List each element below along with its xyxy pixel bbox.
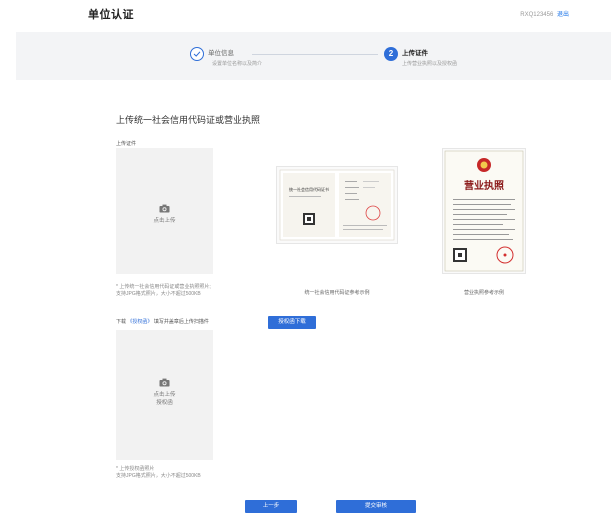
camera-icon [159, 204, 170, 213]
download-prefix: 下载 [116, 319, 127, 325]
business-license-sample-caption: 营业执照参考示例 [463, 290, 504, 296]
account-id: RXQ123456 [520, 12, 554, 18]
download-suffix: 填写并盖章后上传扫描件 [153, 319, 209, 325]
download-authorization-button[interactable]: 授权函下载 [268, 316, 316, 329]
hint-line: * 上传授权函照片 [116, 466, 155, 472]
account-info: RXQ123456 退出 [520, 9, 569, 18]
business-license-sample-image: 营业执照 [442, 148, 526, 274]
download-instruction: 下载 《授权函》 填写并盖章后上传扫描件 [116, 318, 209, 325]
license-doc-title: 营业执照 [464, 179, 504, 192]
submit-review-button[interactable]: 提交审核 [336, 500, 416, 513]
camera-icon [159, 378, 170, 387]
progress-steps: 单位信息 设置单位名称以及简介 2 上传证件 上传营业执照以及授权函 [16, 32, 611, 80]
step1-title: 单位信息 [208, 50, 234, 57]
authorization-upload-hint: * 上传授权函照片 支持JPG格式照片，大小不超过500KB [116, 466, 201, 480]
certificate-sample-graphic: 统一社会信用代码证书 [279, 169, 395, 241]
credit-code-sample-image: 统一社会信用代码证书 [276, 166, 398, 244]
step-connector [252, 54, 378, 55]
step2-number: 2 [384, 47, 398, 61]
hint-line: * 上传统一社会信用代码证或营业执照照片; [116, 284, 211, 290]
logout-link[interactable]: 退出 [557, 12, 569, 18]
certificate-doc-title: 统一社会信用代码证书 [289, 186, 329, 192]
step1-subtitle: 设置单位名称以及简介 [212, 61, 263, 67]
authorization-letter-link[interactable]: 《授权函》 [127, 319, 152, 325]
hint-line: 支持JPG格式照片，大小不超过500KB [116, 473, 201, 479]
upload-subtext: 授权函 [156, 400, 173, 406]
step1-check-icon [190, 47, 204, 61]
page-title: 单位认证 [88, 9, 134, 21]
license-upload-hint: * 上传统一社会信用代码证或营业执照照片; 支持JPG格式照片，大小不超过500… [116, 284, 211, 298]
upload-text: 点击上传 [153, 392, 176, 398]
step2-subtitle: 上传营业执照以及授权函 [402, 61, 458, 67]
credit-code-sample-caption: 统一社会信用代码证参考示例 [304, 290, 370, 296]
authorization-upload-box[interactable]: 点击上传 授权函 [116, 330, 213, 460]
step2-title: 上传证件 [402, 50, 428, 57]
upload-label: 上传证件 [116, 141, 137, 147]
hint-line: 支持JPG格式照片，大小不超过500KB [116, 291, 201, 297]
license-sample-graphic: 营业执照 [444, 150, 524, 272]
license-upload-box[interactable]: 点击上传 [116, 148, 213, 274]
section-title: 上传统一社会信用代码证或营业执照 [116, 115, 261, 125]
upload-text: 点击上传 [153, 218, 176, 224]
previous-step-button[interactable]: 上一步 [245, 500, 297, 513]
